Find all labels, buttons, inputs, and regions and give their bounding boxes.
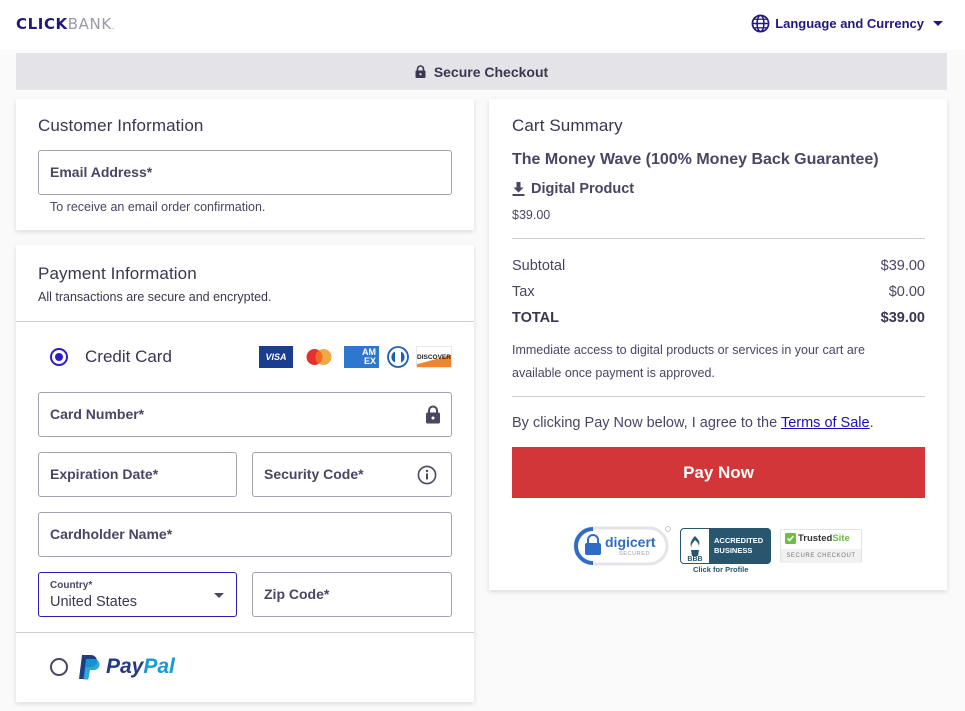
caret-down-icon — [214, 593, 224, 598]
country-value: United States — [50, 594, 138, 610]
total-row: TOTAL $39.00 — [512, 310, 925, 326]
paypal-icon — [79, 655, 100, 680]
security-code-field[interactable]: Security Code* — [252, 452, 452, 497]
secure-checkout-bar: Secure Checkout — [16, 53, 947, 90]
zip-code-label: Zip Code* — [264, 586, 330, 602]
cart-divider-2 — [512, 396, 925, 397]
language-currency-label: Language and Currency — [775, 16, 924, 31]
logo-bank-text: BANK — [67, 15, 112, 33]
bbb-click-for-profile[interactable]: Click for Profile — [693, 565, 748, 574]
globe-icon — [751, 14, 770, 33]
secure-checkout-label: Secure Checkout — [433, 63, 549, 80]
expiration-date-label: Expiration Date* — [50, 466, 159, 482]
amex-icon: AM EX — [344, 346, 379, 368]
tax-label: Tax — [512, 284, 535, 300]
download-icon — [512, 182, 525, 196]
bbb-mark: BBB — [687, 556, 703, 563]
subtotal-label: Subtotal — [512, 258, 566, 274]
cart-divider-1 — [512, 238, 925, 239]
product-type-label: Digital Product — [531, 181, 635, 197]
terms-agreement: By clicking Pay Now below, I agree to th… — [512, 415, 874, 431]
checkmark-icon — [785, 533, 796, 544]
trustedsite-badge[interactable]: Trusted Site SECURE CHECKOUT — [780, 529, 862, 563]
visa-icon: VISA — [259, 346, 293, 368]
lock-icon — [415, 65, 426, 78]
pay-now-button[interactable]: Pay Now — [512, 447, 925, 498]
top-bar: CLICKBANK. Language and Currency — [0, 0, 965, 50]
logo-dot: . — [111, 22, 116, 32]
bbb-flame-icon — [690, 536, 700, 556]
subtotal-row: Subtotal $39.00 — [512, 258, 925, 274]
digicert-sub: SECURED — [619, 551, 651, 557]
product-type: Digital Product — [512, 181, 634, 197]
total-label: TOTAL — [512, 310, 559, 326]
paypal-radio[interactable] — [50, 658, 68, 676]
bbb-badge-box: BBB ACCREDITED BUSINESS — [680, 528, 771, 564]
total-value: $39.00 — [880, 310, 925, 326]
mastercard-icon — [302, 346, 336, 368]
subtotal-value: $39.00 — [880, 258, 925, 274]
expiration-date-field[interactable]: Expiration Date* — [38, 452, 237, 497]
cardholder-name-field[interactable]: Cardholder Name* — [38, 512, 452, 557]
credit-card-radio[interactable] — [50, 348, 68, 366]
trustedsite-text-b: Site — [832, 533, 850, 544]
trustedsite-sub: SECURE CHECKOUT — [781, 549, 861, 563]
access-note: Immediate access to digital products or … — [512, 343, 865, 380]
payment-divider-bottom — [16, 632, 474, 633]
paypal-pal-text: Pal — [143, 655, 175, 678]
info-icon[interactable] — [417, 465, 437, 485]
clickbank-logo[interactable]: CLICKBANK. — [16, 15, 115, 33]
digicert-text: digicert — [605, 534, 656, 550]
customer-information-title: Customer Information — [38, 116, 204, 135]
discover-text: DISCOVER — [417, 353, 451, 361]
tax-row: Tax $0.00 — [512, 284, 925, 300]
card-number-field[interactable]: Card Number* — [38, 392, 452, 437]
bbb-accredited-badge[interactable]: BBB ACCREDITED BUSINESS Click for Profil… — [680, 528, 771, 575]
bbb-line1: ACCREDITED — [714, 536, 764, 545]
paypal-wordmark: PayPal — [106, 655, 175, 679]
product-price: $39.00 — [512, 208, 551, 222]
terms-suffix: . — [869, 415, 874, 431]
digicert-badge[interactable]: digicert SECURED — [573, 525, 671, 567]
payment-subtitle: All transactions are secure and encrypte… — [38, 290, 272, 304]
lock-icon — [426, 405, 440, 424]
zip-code-field[interactable]: Zip Code* — [252, 572, 452, 617]
card-number-label: Card Number* — [50, 406, 145, 422]
diners-club-icon — [385, 346, 410, 368]
terms-of-sale-link[interactable]: Terms of Sale — [781, 415, 870, 431]
paypal-pay-text: Pay — [106, 655, 144, 678]
trustedsite-logo: Trusted Site — [785, 533, 850, 544]
bbb-torch-icon: BBB — [681, 529, 709, 563]
email-field[interactable]: Email Address* — [38, 150, 452, 195]
paypal-logo[interactable]: PayPal — [78, 654, 175, 680]
security-code-label: Security Code* — [264, 466, 364, 482]
caret-down-icon — [933, 21, 943, 26]
tax-value: $0.00 — [888, 284, 925, 300]
payment-information-card: Payment Information All transactions are… — [16, 245, 474, 702]
cart-summary-title: Cart Summary — [512, 116, 623, 135]
payment-information-title: Payment Information — [38, 264, 197, 283]
country-select[interactable]: Country* United States — [38, 572, 237, 617]
payment-divider-top — [16, 321, 474, 322]
product-name: The Money Wave (100% Money Back Guarante… — [512, 151, 879, 168]
email-field-label: Email Address* — [50, 164, 153, 180]
cardholder-name-label: Cardholder Name* — [50, 526, 173, 542]
amex-text-bottom: EX — [363, 356, 376, 366]
discover-icon: DISCOVER — [416, 346, 452, 368]
trustedsite-text-a: Trusted — [798, 533, 833, 544]
credit-card-label[interactable]: Credit Card — [85, 347, 172, 367]
customer-information-card: Customer Information Email Address* To r… — [16, 99, 474, 230]
language-currency-dropdown[interactable]: Language and Currency — [751, 14, 943, 33]
country-label: Country* — [50, 580, 93, 591]
email-hint: To receive an email order confirmation. — [50, 200, 266, 214]
terms-prefix: By clicking Pay Now below, I agree to th… — [512, 415, 781, 431]
logo-click-text: CLICK — [16, 15, 68, 33]
bbb-line2: BUSINESS — [714, 546, 753, 555]
visa-text: VISA — [265, 352, 287, 362]
cart-summary-card: Cart Summary The Money Wave (100% Money … — [489, 99, 947, 590]
